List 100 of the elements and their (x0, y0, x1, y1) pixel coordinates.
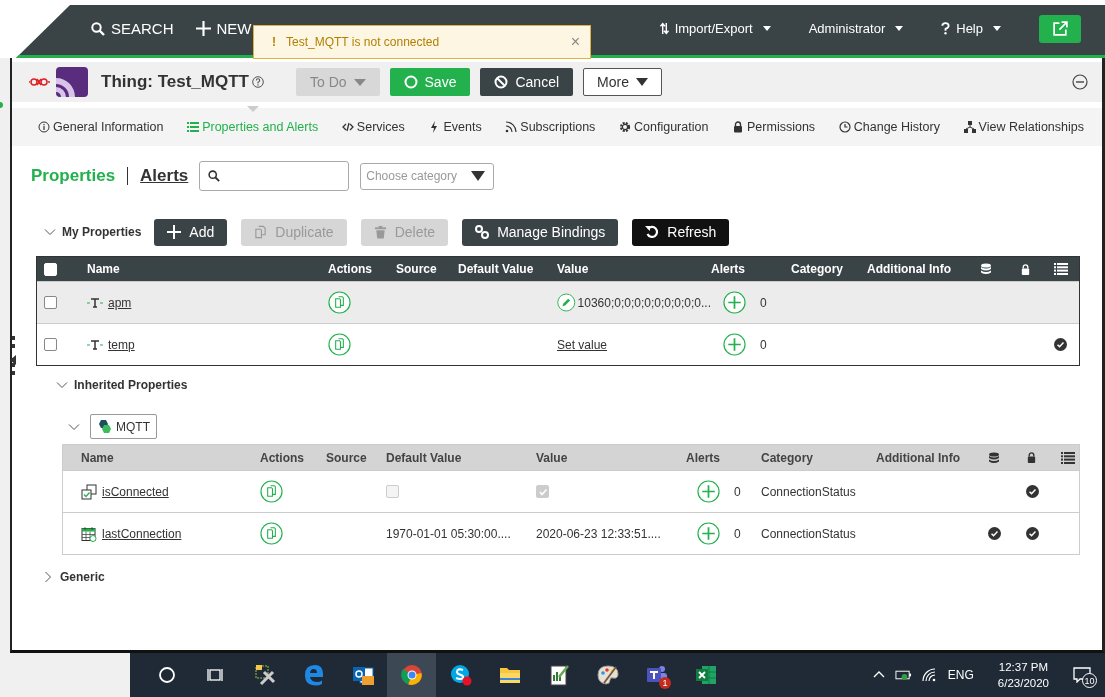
task-view-icon[interactable] (206, 666, 225, 684)
wifi-icon[interactable] (921, 668, 938, 682)
hierarchy-icon (963, 121, 976, 133)
collapse-arrow-icon[interactable] (10, 355, 16, 365)
refresh-button[interactable]: Refresh (632, 218, 730, 246)
tab[interactable]: Change History (838, 120, 940, 134)
list-icon (1054, 263, 1068, 275)
copy-icon[interactable] (260, 522, 283, 545)
gear-icon (619, 121, 631, 133)
tools-icon[interactable] (252, 663, 277, 687)
help-menu[interactable]: Help (941, 21, 1001, 36)
external-link-icon (1051, 20, 1069, 37)
search-circle-icon[interactable] (157, 666, 176, 684)
thing-shape-chip[interactable]: MQTT (90, 414, 157, 439)
column-header: Name (81, 450, 114, 465)
palette-icon[interactable] (595, 663, 620, 687)
table-row[interactable]: apm 10360;0;0;0;0;0;0;0;0;0... 0 (37, 281, 1079, 323)
lock-icon (1026, 452, 1037, 463)
alert-count: 0 (760, 295, 767, 310)
column-header: Actions (328, 262, 372, 276)
calendar-icon (81, 525, 97, 542)
database-icon (988, 451, 1000, 464)
section-tab[interactable]: Alerts (140, 166, 189, 186)
notification-count: 10 (1082, 673, 1097, 688)
tab[interactable]: View Relationships (963, 120, 1084, 134)
column-header: Source (396, 262, 437, 276)
tab[interactable]: Events (428, 120, 482, 134)
copy-icon[interactable] (328, 333, 351, 356)
database-icon (980, 263, 992, 275)
toast-message: Test_MQTT is not connected (286, 35, 440, 49)
section-title: Generic (60, 570, 105, 584)
trash-icon (373, 225, 387, 239)
column-header: Category (791, 262, 843, 276)
alert-count: 0 (734, 484, 741, 499)
sort-arrows-icon (659, 22, 669, 35)
lock-icon (1020, 263, 1031, 275)
bindings-button[interactable]: Manage Bindings (462, 218, 619, 246)
column-header: Name (87, 262, 120, 276)
add-alert-button[interactable] (723, 291, 746, 314)
tab[interactable]: Subscriptions (505, 120, 596, 134)
feed-icon (505, 121, 518, 133)
column-header: Alerts (711, 262, 745, 276)
search-icon (91, 21, 105, 36)
tab[interactable]: Configuration (619, 120, 709, 134)
lock-icon (732, 121, 745, 133)
alert-count: 0 (734, 526, 741, 541)
column-header: Additional Info (876, 450, 960, 465)
row-checkbox[interactable] (44, 338, 57, 351)
user-menu[interactable]: Administrator (808, 21, 904, 36)
plus-icon (167, 225, 182, 239)
value-text: 2020-06-23 12:33:51.... (536, 526, 661, 541)
open-external-button[interactable] (1039, 14, 1081, 43)
add-alert-button[interactable] (697, 480, 720, 503)
more-button[interactable]: More (583, 68, 662, 96)
hexagon-icon (96, 418, 112, 435)
property-name-link[interactable]: lastConnection (102, 526, 182, 541)
browser-icon[interactable] (399, 663, 424, 687)
text-type-icon (87, 339, 103, 350)
tab[interactable]: Permissions (732, 120, 816, 134)
add-alert-button[interactable] (723, 333, 746, 356)
copy-icon[interactable] (328, 291, 351, 314)
chat-icon[interactable] (448, 663, 473, 687)
search-button[interactable]: SEARCH (91, 20, 174, 37)
property-name-link[interactable]: temp (108, 337, 135, 352)
property-name-link[interactable]: apm (108, 295, 132, 310)
column-header: Alerts (686, 450, 720, 465)
select-all-checkbox[interactable] (44, 262, 57, 276)
column-header: Additional Info (867, 262, 951, 276)
collapse-icon[interactable] (1072, 74, 1088, 90)
copy-icon[interactable] (260, 480, 283, 503)
thing-title: Thing: Test_MQTT (101, 72, 249, 92)
clock-date: 6/23/2020 (997, 676, 1049, 691)
help-icon[interactable] (251, 76, 264, 88)
add-alert-button[interactable] (697, 522, 720, 545)
edit-icon[interactable] (557, 291, 576, 314)
import-export-menu[interactable]: Import/Export (659, 21, 771, 36)
search-field[interactable] (199, 161, 350, 191)
spreadsheet-icon[interactable] (693, 663, 718, 687)
battery-icon[interactable] (894, 669, 912, 681)
column-header: Default Value (458, 262, 534, 276)
link-icon (475, 225, 490, 239)
tab[interactable]: General Information (38, 120, 164, 134)
cancel-button[interactable]: Cancel (480, 68, 574, 96)
boolean-type-icon (81, 483, 97, 500)
column-header: Value (536, 450, 568, 465)
notification-badge: 1 (659, 677, 671, 689)
column-header: Source (326, 450, 367, 465)
search-icon (208, 170, 221, 182)
new-button[interactable]: NEW (195, 20, 252, 37)
code-icon (341, 121, 354, 133)
property-name-link[interactable]: isConnected (102, 484, 169, 499)
clock-time: 12:37 PM (998, 660, 1049, 675)
category-text: ConnectionStatus (761, 526, 856, 541)
row-checkbox[interactable] (44, 296, 57, 309)
ban-icon (494, 75, 509, 89)
set-value-link[interactable]: Set value (557, 337, 608, 352)
language-indicator[interactable]: ENG (947, 668, 974, 682)
resize-handle[interactable] (12, 336, 15, 375)
tab[interactable]: Services (341, 120, 405, 134)
add-button[interactable]: Add (154, 218, 228, 246)
